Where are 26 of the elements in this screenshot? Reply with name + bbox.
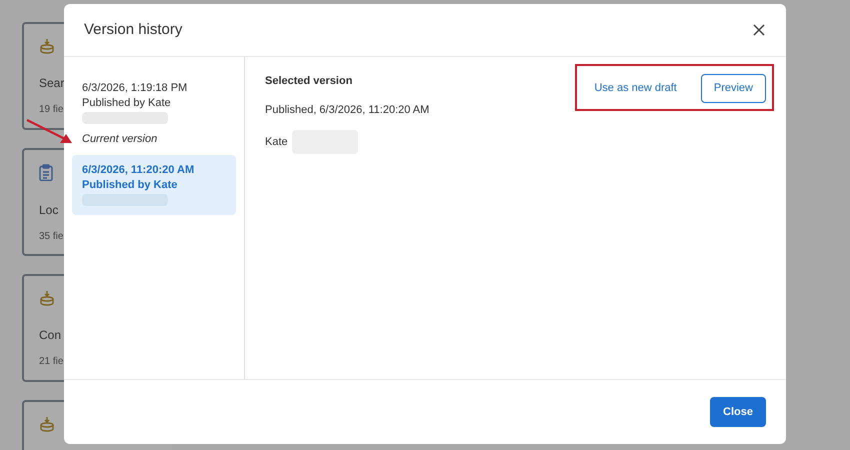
database-icon — [39, 416, 55, 432]
annotation-arrow — [26, 119, 72, 143]
card-title: Loc — [39, 202, 58, 219]
close-button[interactable]: Close — [710, 397, 766, 427]
database-icon — [39, 290, 55, 306]
published-date: Published, 6/3/2026, 11:20:20 AM — [265, 102, 430, 118]
card-title: Con — [39, 327, 62, 344]
version-note: Current version — [82, 132, 158, 147]
card-meta: 19 fie — [39, 103, 64, 117]
dialog-title: Version history — [84, 20, 182, 40]
card-meta: 35 fie — [39, 230, 64, 244]
version-author: Published by Kate — [82, 96, 171, 111]
preview-button[interactable]: Preview — [700, 74, 766, 103]
database-icon — [39, 38, 55, 54]
version-date: 6/3/2026, 1:19:18 PM — [82, 81, 188, 96]
section-heading: Selected version — [265, 74, 352, 89]
version-author: Published by Kate — [82, 178, 178, 193]
version-item[interactable]: 6/3/2026, 1:19:18 PM Published by Kate Current version — [72, 73, 236, 155]
card-title: Sear — [39, 75, 64, 92]
draft-link[interactable]: Use as new draft — [590, 74, 681, 103]
author-name: Kate — [265, 134, 288, 150]
card-meta: 21 fie — [39, 355, 64, 369]
version-item[interactable]: 6/3/2026, 11:20:20 AM Published by Kate — [72, 155, 236, 215]
clipboard-icon — [39, 164, 53, 181]
version-date: 6/3/2026, 11:20:20 AM — [82, 163, 194, 178]
close-icon[interactable] — [752, 23, 766, 37]
